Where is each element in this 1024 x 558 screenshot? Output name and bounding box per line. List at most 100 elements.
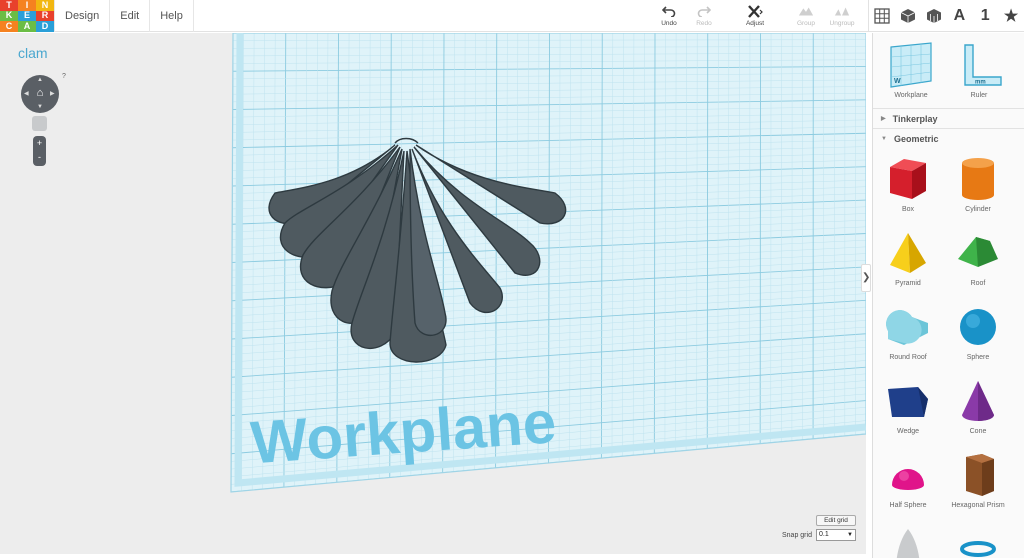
shape-wedge[interactable]: Wedge [873,377,943,435]
top-bar: T I N K E R C A D Design Edit Help Undo … [0,0,1024,32]
pyramid-icon [890,233,926,273]
shape-label: Sphere [966,354,990,361]
box-icon [890,159,926,199]
category-tinkerplay[interactable]: ▶ Tinkerplay [873,108,1024,128]
undo-icon [661,3,677,19]
shape-label: Hexagonal Prism [951,502,1005,509]
ungroup-icon [834,3,850,19]
design-canvas[interactable]: Workplane clam ? ▲ ▼ ◀ ▶ ⌂ + - Edit grid… [0,33,866,554]
tinkercad-logo[interactable]: T I N K E R C A D [0,0,54,32]
shape-label: Cylinder [965,206,991,213]
nav-right-icon[interactable]: ▶ [50,90,55,97]
view-cube-nav[interactable]: ▲ ▼ ◀ ▶ ⌂ [21,75,59,113]
workplane-view[interactable]: Workplane [0,33,866,554]
helper-label: Ruler [970,92,988,99]
cube-view-icon[interactable] [895,0,921,32]
logo-letter: C [0,21,18,32]
cone-icon [962,381,994,421]
zoom-out-icon[interactable]: - [33,150,46,164]
shape-sphere[interactable]: Sphere [943,303,1013,361]
wedge-icon [888,387,928,417]
text-letter-a[interactable]: A [946,0,972,32]
svg-text:mm: mm [975,80,986,86]
text-number-1[interactable]: 1 [972,0,998,32]
shape-label: Cone [969,428,987,435]
shape-roof[interactable]: Roof [943,229,1013,287]
collapse-panel-handle[interactable]: ❯ [861,264,871,292]
cylinder-icon [962,158,994,200]
shapes-panel: W Workplane mm Ruler ▶ Tinkerplay ▼ Geom… [872,33,1024,558]
shape-cylinder[interactable]: Cylinder [943,155,1013,213]
shape-label: Round Roof [889,354,927,361]
chevron-down-icon: ▼ [881,135,887,142]
snap-grid-label: Snap grid [782,532,812,539]
shape-pyramid[interactable]: Pyramid [873,229,943,287]
shape-label: Box [901,206,915,213]
home-icon[interactable]: ⌂ [34,87,46,99]
shape-paraboloid[interactable] [873,525,943,558]
shape-cone[interactable]: Cone [943,377,1013,435]
helper-workplane[interactable]: W Workplane [876,41,946,99]
redo-icon [696,3,712,19]
group-button[interactable]: Group [786,3,826,31]
help-icon[interactable]: ? [62,73,66,80]
ungroup-button[interactable]: Ungroup [822,3,862,31]
group-label: Group [796,20,816,27]
logo-letter: T [0,0,18,11]
half-sphere-icon [892,469,924,490]
bricks-view-icon[interactable] [921,0,947,32]
shape-label: Pyramid [895,280,921,287]
redo-label: Redo [696,20,712,27]
nav-left-icon[interactable]: ◀ [24,90,29,97]
round-roof-icon [886,310,928,345]
snap-grid-value: 0.1 [819,531,829,538]
hexagonal-prism-icon [966,454,994,496]
shape-box[interactable]: Box [873,155,943,213]
star-icon[interactable]: ★ [998,0,1024,32]
roof-icon [958,237,998,267]
redo-button[interactable]: Redo [684,3,724,31]
helper-label: Workplane [894,92,928,99]
adjust-button[interactable]: Adjust [735,3,775,31]
logo-letter: N [36,0,54,11]
undo-button[interactable]: Undo [649,3,689,31]
adjust-icon [747,3,763,19]
sphere-icon [960,309,996,345]
menu-design[interactable]: Design [54,0,111,32]
fit-view-button[interactable] [32,116,47,131]
zoom-control[interactable]: + - [33,136,46,166]
ungroup-label: Ungroup [829,20,855,27]
logo-letter: K [0,10,18,22]
menu-help[interactable]: Help [150,0,194,32]
shape-hexagonal-prism[interactable]: Hexagonal Prism [943,451,1013,509]
group-icon [798,3,814,19]
logo-letter: R [36,10,54,22]
paraboloid-icon [896,529,920,558]
edit-grid-button[interactable]: Edit grid [816,515,856,526]
shape-label: Wedge [896,428,920,435]
chevron-down-icon: ▼ [847,532,853,538]
shape-label: Half Sphere [889,502,927,509]
shape-torus[interactable] [943,525,1013,558]
torus-icon [960,541,996,557]
undo-label: Undo [661,20,677,27]
zoom-in-icon[interactable]: + [33,136,46,150]
category-label: Geometric [893,133,939,144]
category-geometric[interactable]: ▼ Geometric [873,128,1024,148]
chevron-right-icon: ▶ [881,116,886,122]
grid-view-icon[interactable] [869,0,895,32]
snap-grid-select[interactable]: 0.1 ▼ [816,529,856,541]
project-name[interactable]: clam [18,45,48,61]
shape-round-roof[interactable]: Round Roof [873,303,943,361]
shape-half-sphere[interactable]: Half Sphere [873,451,943,509]
ruler-icon: mm [964,44,1002,86]
logo-letter: E [18,10,36,22]
nav-down-icon[interactable]: ▼ [37,104,43,110]
logo-letter: D [36,21,54,32]
menu-edit[interactable]: Edit [110,0,151,32]
nav-up-icon[interactable]: ▲ [37,77,43,83]
main-menu: Design Edit Help [54,0,194,32]
category-label: Tinkerplay [892,113,938,124]
helper-ruler[interactable]: mm Ruler [944,41,1014,99]
svg-text:W: W [894,78,901,85]
